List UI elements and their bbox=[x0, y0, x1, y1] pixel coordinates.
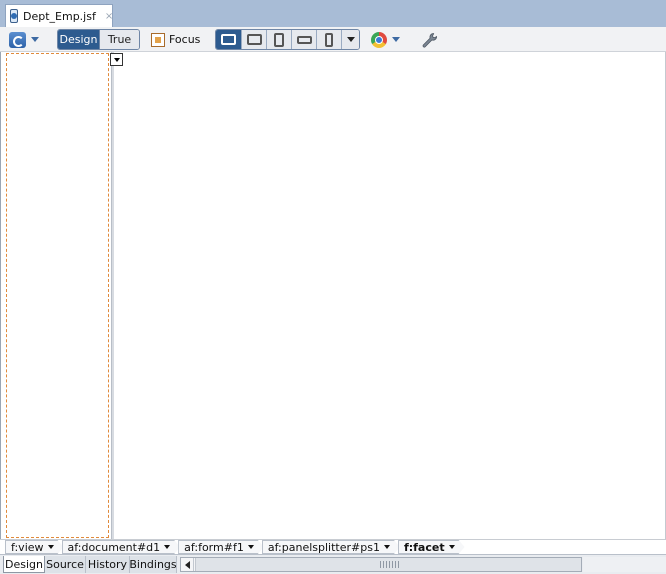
status-corner bbox=[583, 557, 666, 572]
horizontal-scrollbar[interactable] bbox=[180, 557, 582, 572]
chevron-down-icon[interactable] bbox=[449, 545, 455, 549]
first-facet-region[interactable] bbox=[6, 53, 109, 538]
breadcrumb-item-facet[interactable]: f:facet bbox=[398, 540, 465, 554]
tablet-portrait-icon bbox=[274, 32, 284, 47]
desktop-icon bbox=[221, 34, 236, 45]
breadcrumb-item-document[interactable]: af:document#d1 bbox=[62, 540, 181, 554]
design-toolbar: Design True Focus bbox=[0, 27, 666, 52]
chevron-down-icon[interactable] bbox=[392, 37, 400, 42]
phone-portrait-button[interactable] bbox=[316, 30, 341, 49]
refresh-button[interactable] bbox=[7, 29, 41, 50]
tab-design[interactable]: Design bbox=[3, 556, 45, 573]
splitter-collapse-button[interactable] bbox=[110, 53, 123, 66]
device-dropdown-button[interactable] bbox=[341, 30, 359, 49]
scroll-left-button[interactable] bbox=[181, 558, 194, 571]
arrow-left-icon bbox=[184, 560, 190, 569]
chevron-down-icon[interactable] bbox=[384, 545, 390, 549]
breadcrumb-item-view[interactable]: f:view bbox=[5, 540, 64, 554]
chrome-browser-icon bbox=[371, 31, 387, 48]
editor-bottom-bar: Design Source History Bindings bbox=[0, 554, 666, 574]
preferences-button[interactable] bbox=[420, 31, 438, 49]
tablet-landscape-icon bbox=[246, 34, 262, 45]
phone-landscape-button[interactable] bbox=[291, 30, 316, 49]
panel-splitter-bar[interactable] bbox=[111, 52, 114, 539]
editor-tab-strip: Dept_Emp.jsf × bbox=[0, 0, 666, 27]
focus-label: Focus bbox=[169, 33, 201, 46]
chevron-down-icon bbox=[113, 57, 120, 62]
chevron-down-icon bbox=[346, 37, 355, 42]
design-mode-button[interactable]: Design bbox=[58, 30, 99, 49]
tab-bindings[interactable]: Bindings bbox=[129, 556, 177, 573]
tab-history[interactable]: History bbox=[86, 556, 130, 573]
focus-button[interactable]: Focus bbox=[151, 29, 200, 50]
breadcrumb-item-panelsplitter[interactable]: af:panelsplitter#ps1 bbox=[262, 540, 400, 554]
browser-selector[interactable] bbox=[371, 29, 400, 50]
grip-icon bbox=[380, 561, 400, 568]
device-selector bbox=[215, 29, 360, 50]
tab-source[interactable]: Source bbox=[45, 556, 86, 573]
chevron-down-icon[interactable] bbox=[248, 545, 254, 549]
true-mode-button[interactable]: True bbox=[99, 30, 139, 49]
breadcrumb-item-form[interactable]: af:form#f1 bbox=[178, 540, 264, 554]
desktop-button[interactable] bbox=[216, 30, 241, 49]
design-canvas[interactable] bbox=[0, 52, 666, 539]
jsf-file-icon bbox=[10, 9, 18, 23]
editor-tab[interactable]: Dept_Emp.jsf × bbox=[5, 4, 113, 27]
focus-icon bbox=[151, 32, 165, 47]
chevron-down-icon[interactable] bbox=[31, 37, 39, 42]
view-mode-toggle: Design True bbox=[57, 29, 140, 50]
phone-portrait-icon bbox=[325, 32, 333, 47]
chevron-down-icon[interactable] bbox=[164, 545, 170, 549]
scrollbar-thumb[interactable] bbox=[195, 558, 581, 571]
breadcrumb: f:view af:document#d1 af:form#f1 af:pane… bbox=[0, 539, 666, 554]
editor-tab-title: Dept_Emp.jsf bbox=[23, 9, 96, 23]
wrench-icon bbox=[422, 32, 437, 48]
refresh-icon bbox=[9, 31, 26, 48]
phone-landscape-icon bbox=[296, 35, 312, 44]
close-icon[interactable]: × bbox=[105, 11, 113, 22]
tablet-landscape-button[interactable] bbox=[241, 30, 266, 49]
chevron-down-icon[interactable] bbox=[48, 545, 54, 549]
tablet-portrait-button[interactable] bbox=[266, 30, 291, 49]
